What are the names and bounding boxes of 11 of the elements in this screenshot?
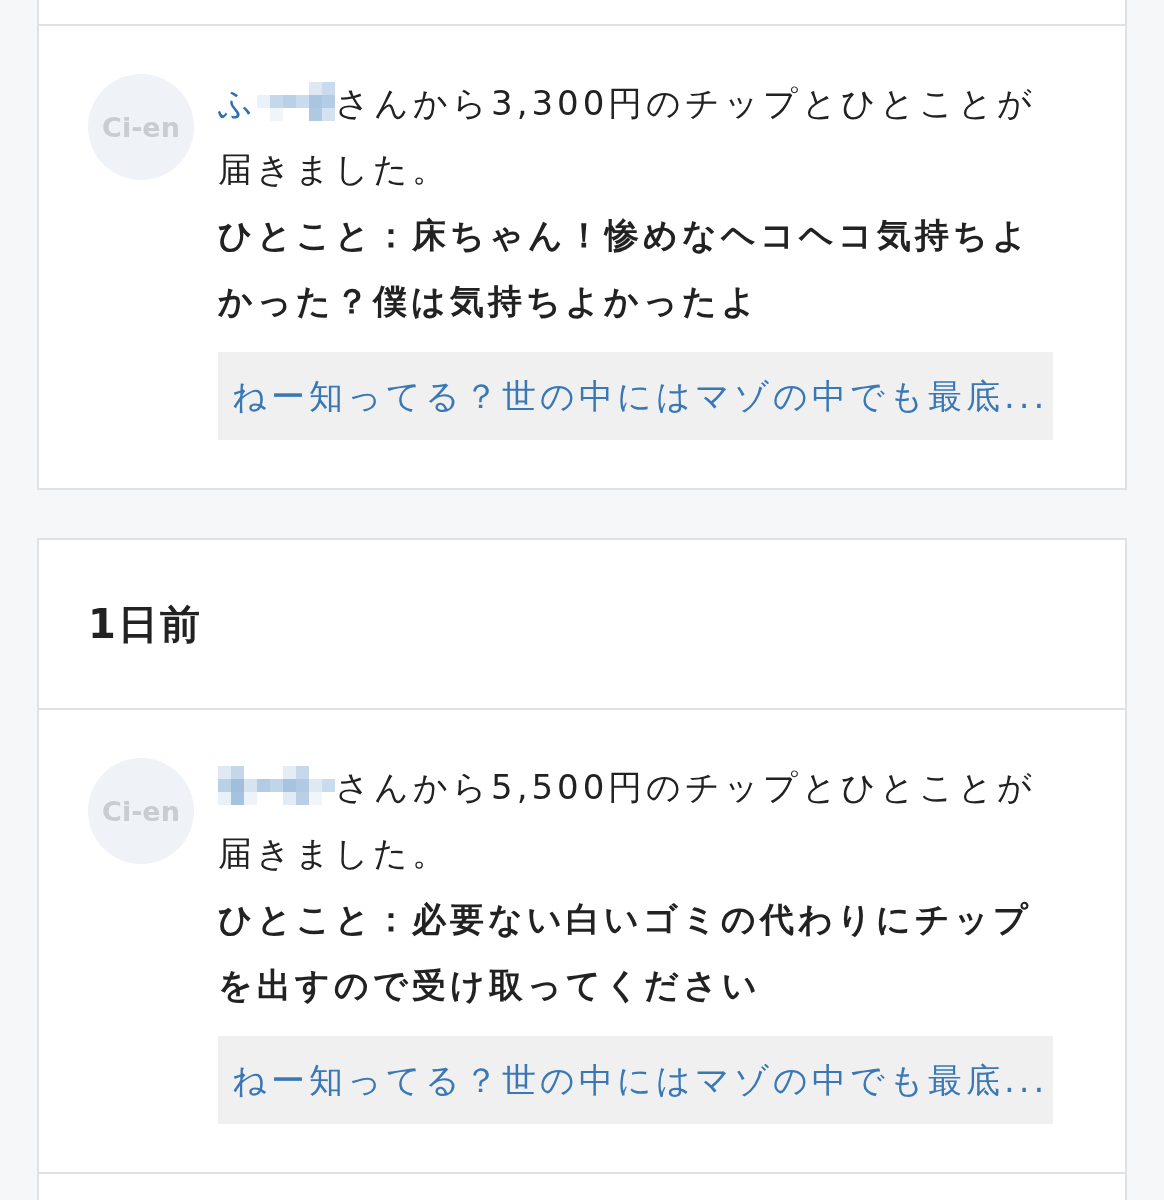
post-link[interactable]: ねー知ってる？世の中にはマゾの中でも最底... [218,352,1053,440]
tip-message: さんから5,500円のチップとひとことが届きました。 [218,765,1038,875]
date-heading: 1日前 [88,599,202,649]
comment-text: ひとこと：床ちゃん！惨めなヘコヘコ気持ちよかった？僕は気持ちよかったよ [218,214,1032,323]
mosaic-icon [257,82,335,121]
tip-message: ふ さんから3,300円のチップとひとことが届きました。 [218,81,1038,191]
mosaic-icon [218,766,335,805]
post-link[interactable]: ねー知ってる？世の中にはマゾの中でも最底... [218,1036,1053,1124]
comment-text: ひとこと：必要ない白いゴミの代わりにチップを出すので受け取ってください [218,898,1033,1007]
user-link[interactable] [218,767,335,807]
user-link[interactable]: ふ [218,83,335,123]
